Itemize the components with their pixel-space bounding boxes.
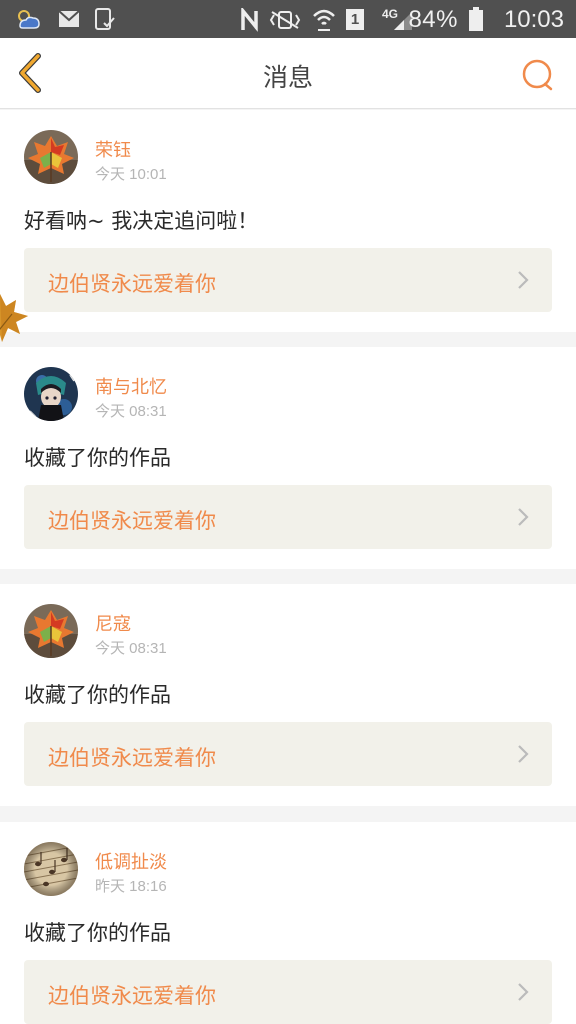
timestamp: 昨天 18:16 <box>95 878 167 895</box>
avatar[interactable] <box>24 604 78 658</box>
anime-character-avatar-image <box>24 367 78 421</box>
avatar[interactable] <box>24 130 78 184</box>
timestamp: 今天 10:01 <box>95 166 167 183</box>
work-title: 边伯贤永远爱着你 <box>48 509 216 533</box>
chevron-right-icon <box>518 983 529 1001</box>
work-link[interactable]: 边伯贤永远爱着你 <box>24 485 552 549</box>
maple-leaf-avatar-image <box>24 130 78 184</box>
message-text: 好看呐~ 我决定追问啦！ <box>24 209 259 233</box>
message-card[interactable]: 尼寇 今天 08:31 收藏了你的作品 边伯贤永远爱着你 <box>0 584 576 806</box>
mail-icon <box>58 10 80 27</box>
sheet-music-avatar-image <box>24 842 78 896</box>
status-bar: 1 4G 84% 10:03 <box>0 0 576 38</box>
battery-icon <box>469 7 483 31</box>
page-title: 消息 <box>262 63 313 92</box>
chevron-right-icon <box>518 508 529 526</box>
chevron-right-icon <box>518 745 529 763</box>
message-card[interactable]: 荣钰 今天 10:01 好看呐~ 我决定追问啦！ 边伯贤永远爱着你 <box>0 110 576 332</box>
avatar[interactable] <box>24 367 78 421</box>
work-title: 边伯贤永远爱着你 <box>48 746 216 770</box>
search-icon <box>522 59 553 91</box>
chevron-right-icon <box>518 271 529 289</box>
message-text: 收藏了你的作品 <box>24 446 171 470</box>
sim-slot-badge: 1 <box>346 9 364 30</box>
username[interactable]: 低调扯淡 <box>95 848 167 874</box>
message-text: 收藏了你的作品 <box>24 683 171 707</box>
timestamp: 今天 08:31 <box>95 403 167 420</box>
weather-icon <box>18 10 40 29</box>
vibrate-mute-icon <box>269 11 301 29</box>
message-card[interactable]: 南与北忆 今天 08:31 收藏了你的作品 边伯贤永远爱着你 <box>0 347 576 569</box>
work-link[interactable]: 边伯贤永远爱着你 <box>24 960 552 1024</box>
wifi-icon <box>313 9 335 31</box>
message-card[interactable]: 低调扯淡 昨天 18:16 收藏了你的作品 边伯贤永远爱着你 <box>0 822 576 1024</box>
username[interactable]: 荣钰 <box>95 136 131 162</box>
work-link[interactable]: 边伯贤永远爱着你 <box>24 722 552 786</box>
top-navigation-bar: 消息 <box>0 38 576 109</box>
battery-percent: 84% <box>408 6 458 33</box>
clock: 10:03 <box>503 6 564 33</box>
nfc-icon <box>241 8 258 32</box>
maple-leaf-avatar-image <box>24 604 78 658</box>
username[interactable]: 尼寇 <box>95 610 131 636</box>
username[interactable]: 南与北忆 <box>95 373 167 399</box>
work-title: 边伯贤永远爱着你 <box>48 984 216 1008</box>
system-icons: 1 4G 84% 10:03 <box>224 0 564 38</box>
device-check-icon <box>95 8 115 30</box>
message-text: 收藏了你的作品 <box>24 921 171 945</box>
search-button[interactable] <box>518 56 558 96</box>
avatar[interactable] <box>24 842 78 896</box>
work-title: 边伯贤永远爱着你 <box>48 272 216 296</box>
work-link[interactable]: 边伯贤永远爱着你 <box>24 248 552 312</box>
timestamp: 今天 08:31 <box>95 640 167 657</box>
maple-leaf-decoration-icon <box>0 294 28 342</box>
